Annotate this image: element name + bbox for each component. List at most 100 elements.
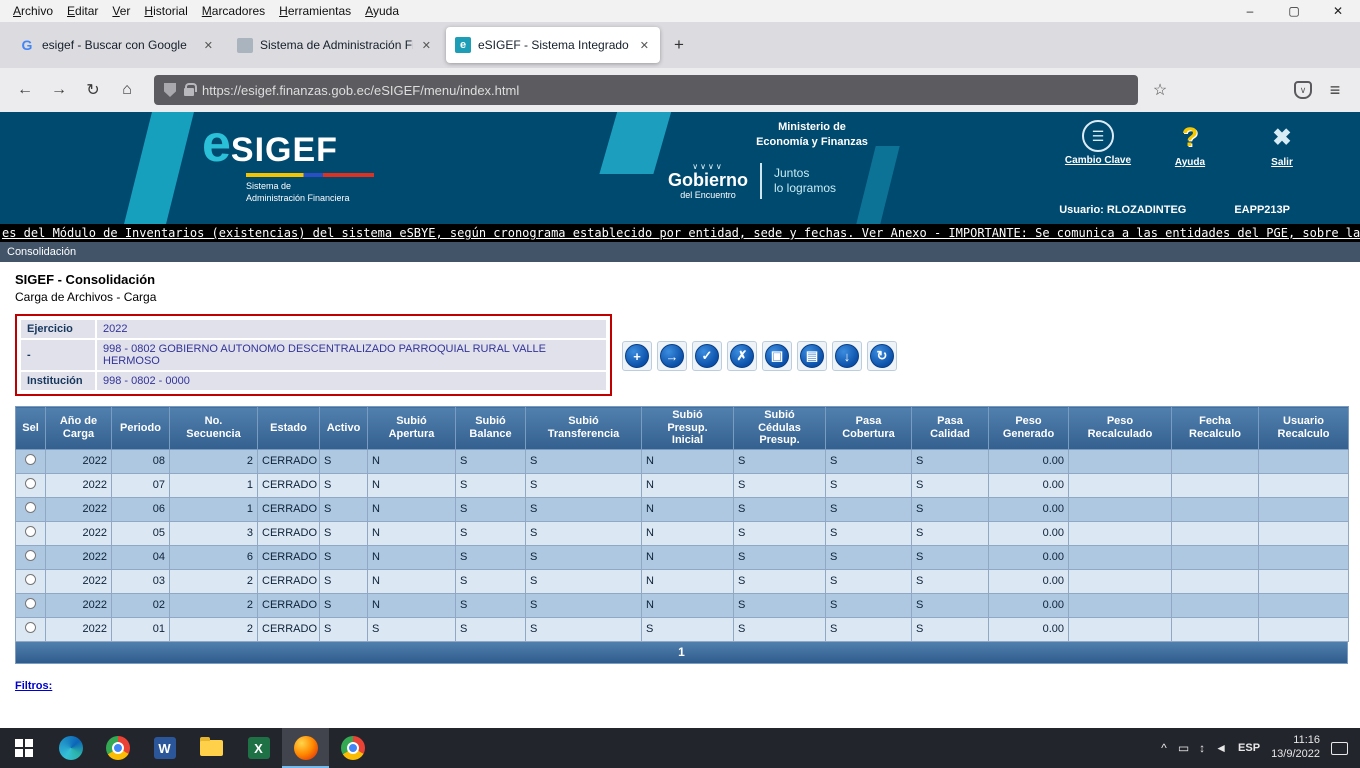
param-label-ejercicio: Ejercicio	[21, 320, 95, 338]
volume-icon[interactable]: ◄	[1215, 741, 1227, 755]
row-select-radio[interactable]	[25, 598, 36, 609]
browser-tab-active[interactable]: eeSIGEF - Sistema Integrado de Gesti✕	[446, 27, 660, 63]
cell	[1259, 569, 1349, 593]
bookmark-star-icon[interactable]: ☆	[1146, 76, 1174, 104]
pocket-icon[interactable]: ∨	[1294, 81, 1312, 99]
sel-cell	[16, 545, 46, 569]
divider	[760, 163, 762, 199]
column-header: Periodo	[112, 407, 170, 450]
taskbar-explorer-button[interactable]	[188, 728, 235, 768]
row-select-radio[interactable]	[25, 478, 36, 489]
cambio-clave-button[interactable]: ☰Cambio Clave	[1060, 120, 1136, 168]
reject-button[interactable]: ✗	[727, 341, 757, 371]
approve-button[interactable]: ✓	[692, 341, 722, 371]
tab-close-icon[interactable]: ✕	[420, 39, 433, 52]
taskbar-firefox-button[interactable]	[282, 728, 329, 768]
row-select-radio[interactable]	[25, 526, 36, 537]
print-icon: ▤	[800, 344, 824, 368]
action-center-icon[interactable]	[1331, 742, 1348, 755]
cell: N	[368, 473, 456, 497]
taskbar-word-button[interactable]: W	[141, 728, 188, 768]
menu-ayuda[interactable]: Ayuda	[358, 4, 406, 18]
row-select-radio[interactable]	[25, 574, 36, 585]
taskbar-chrome-button[interactable]	[94, 728, 141, 768]
tracking-shield-icon[interactable]	[164, 83, 176, 97]
esigef-header: e SIGEF Sistema de Administración Financ…	[0, 112, 1360, 224]
new-tab-button[interactable]: +	[664, 30, 694, 60]
lock-icon[interactable]	[184, 88, 194, 96]
sel-cell	[16, 521, 46, 545]
cell: 06	[112, 497, 170, 521]
refresh-icon: ↻	[870, 344, 894, 368]
cell: N	[642, 545, 734, 569]
download-button[interactable]: ↓	[832, 341, 862, 371]
menu-editar[interactable]: Editar	[60, 4, 105, 18]
action-toolbar: +→✓✗▣ ▤ ↓ ↻	[622, 341, 897, 371]
cell: S	[734, 449, 826, 473]
browser-tab[interactable]: Gesigef - Buscar con Google✕	[10, 27, 224, 63]
network-icon[interactable]: ↕	[1199, 741, 1205, 755]
tab-close-icon[interactable]: ✕	[638, 39, 651, 52]
cell	[1259, 473, 1349, 497]
cell: S	[456, 473, 526, 497]
cell: CERRADO	[258, 497, 320, 521]
param-label-institucion: Institución	[21, 372, 95, 390]
forward-button[interactable]: →	[44, 75, 74, 105]
cell	[1172, 521, 1259, 545]
user-label: Usuario: RLOZADINTEG	[1059, 204, 1186, 216]
reload-button[interactable]: ↻	[78, 75, 108, 105]
transfer-button[interactable]: →	[657, 341, 687, 371]
menu-ver[interactable]: Ver	[105, 4, 137, 18]
word-icon: W	[154, 737, 176, 759]
menu-herramientas[interactable]: Herramientas	[272, 4, 358, 18]
print-button[interactable]: ▤	[797, 341, 827, 371]
app-menu-icon[interactable]: ≡	[1320, 75, 1350, 105]
refresh-button[interactable]: ↻	[867, 341, 897, 371]
touch-keyboard-icon[interactable]: ▭	[1178, 741, 1189, 755]
url-bar[interactable]: https://esigef.finanzas.gob.ec/eSIGEF/me…	[154, 75, 1138, 105]
browser-tab[interactable]: Sistema de Administración Financie✕	[228, 27, 442, 63]
maximize-button[interactable]: ▢	[1272, 0, 1316, 22]
pagination[interactable]: 1	[15, 642, 1348, 664]
new-record-button[interactable]: +	[622, 341, 652, 371]
taskbar-excel-button[interactable]: X	[235, 728, 282, 768]
ayuda-icon: ?	[1182, 120, 1199, 154]
chrome-icon	[106, 736, 130, 760]
row-select-radio[interactable]	[25, 550, 36, 561]
minimize-button[interactable]: –	[1228, 0, 1272, 22]
cell: S	[526, 521, 642, 545]
row-select-radio[interactable]	[25, 502, 36, 513]
gov-subtitle: del Encuentro	[668, 190, 748, 200]
download-icon: ↓	[835, 344, 859, 368]
cell: N	[642, 521, 734, 545]
cell: CERRADO	[258, 545, 320, 569]
language-indicator[interactable]: ESP	[1238, 742, 1260, 754]
close-button[interactable]: ✕	[1316, 0, 1360, 22]
back-button[interactable]: ←	[10, 75, 40, 105]
row-select-radio[interactable]	[25, 622, 36, 633]
row-select-radio[interactable]	[25, 454, 36, 465]
menu-historial[interactable]: Historial	[137, 4, 194, 18]
cell: 0.00	[989, 473, 1069, 497]
copy-button[interactable]: ▣	[762, 341, 792, 371]
ayuda-button[interactable]: ?Ayuda	[1152, 120, 1228, 168]
taskbar-chrome-2-button[interactable]	[329, 728, 376, 768]
salir-button[interactable]: ✖Salir	[1244, 120, 1320, 168]
column-header: Peso Generado	[989, 407, 1069, 450]
cell: 02	[112, 593, 170, 617]
home-button[interactable]: ⌂	[112, 75, 142, 105]
cell	[1172, 569, 1259, 593]
taskbar-start-button[interactable]	[0, 728, 47, 768]
cell	[1069, 569, 1172, 593]
filters-link[interactable]: Filtros:	[15, 680, 52, 692]
column-header: Subió Presup. Inicial	[642, 407, 734, 450]
tab-close-icon[interactable]: ✕	[202, 39, 215, 52]
cell: S	[826, 521, 912, 545]
clock[interactable]: 11:16 13/9/2022	[1271, 734, 1320, 762]
menu-marcadores[interactable]: Marcadores	[195, 4, 272, 18]
cell: 0.00	[989, 593, 1069, 617]
taskbar-edge-button[interactable]	[47, 728, 94, 768]
column-header: No. Secuencia	[170, 407, 258, 450]
hidden-icons-caret[interactable]: ^	[1161, 741, 1167, 755]
menu-archivo[interactable]: Archivo	[6, 4, 60, 18]
